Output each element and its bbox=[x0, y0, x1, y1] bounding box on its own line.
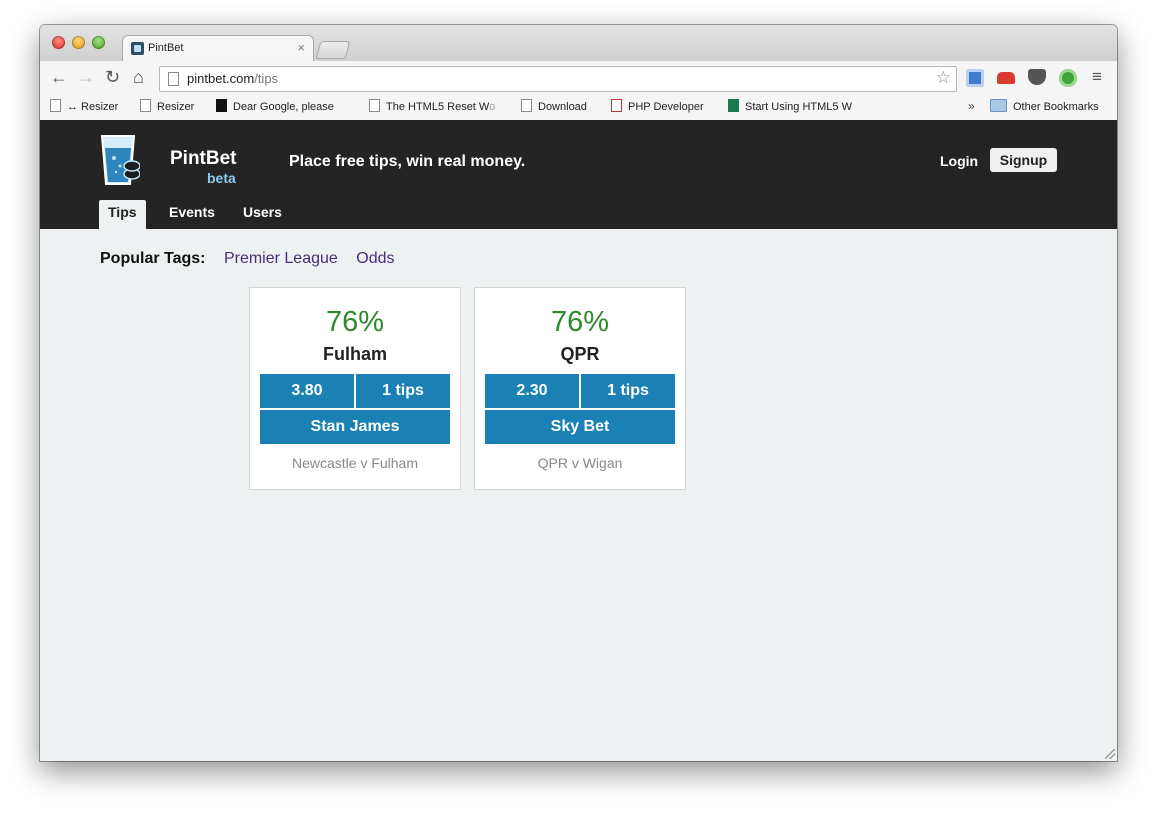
bookmark-item[interactable]: PHP Developer bbox=[611, 99, 704, 113]
extension-couch-icon[interactable] bbox=[997, 72, 1015, 84]
bookmark-item[interactable]: Resizer bbox=[140, 99, 194, 113]
pint-glass-logo-icon[interactable] bbox=[100, 134, 140, 186]
back-icon[interactable]: ← bbox=[50, 66, 68, 88]
bookmarks-overflow-icon[interactable]: » bbox=[968, 99, 975, 113]
page-icon bbox=[168, 72, 179, 86]
bookmark-item[interactable]: Start Using HTML5 W bbox=[728, 99, 852, 113]
resize-grip-icon[interactable] bbox=[1105, 749, 1115, 759]
tab-strip: PintBet × bbox=[40, 25, 1117, 62]
url-text: pintbet.com/tips bbox=[187, 71, 278, 86]
forward-icon[interactable]: → bbox=[77, 66, 95, 88]
page-icon bbox=[140, 99, 151, 112]
beta-label: beta bbox=[207, 170, 236, 186]
new-tab-button[interactable] bbox=[315, 41, 351, 59]
tag-link[interactable]: Odds bbox=[356, 250, 394, 267]
home-icon[interactable]: ⌂ bbox=[133, 66, 144, 88]
tip-count[interactable]: 1 tips bbox=[581, 374, 675, 408]
popular-tags-label: Popular Tags: bbox=[100, 250, 206, 267]
pintbet-favicon-icon bbox=[131, 42, 144, 55]
tag-link[interactable]: Premier League bbox=[224, 250, 338, 267]
info-icon bbox=[216, 99, 227, 112]
tip-event[interactable]: Newcastle v Fulham bbox=[250, 455, 460, 471]
url-path: /tips bbox=[254, 71, 279, 86]
nav-tab-users[interactable]: Users bbox=[243, 204, 282, 220]
tip-count[interactable]: 1 tips bbox=[356, 374, 450, 408]
nav-tab-events[interactable]: Events bbox=[169, 204, 215, 220]
nav-tab-tips[interactable]: Tips bbox=[99, 200, 146, 229]
other-bookmarks[interactable]: Other Bookmarks bbox=[990, 99, 1099, 113]
bookmark-item[interactable]: Download bbox=[521, 99, 587, 113]
tip-event[interactable]: QPR v Wigan bbox=[475, 455, 685, 471]
pocket-icon[interactable] bbox=[1028, 69, 1046, 85]
bookmark-star-icon[interactable]: ☆ bbox=[936, 68, 951, 88]
tip-card[interactable]: 76% QPR 2.30 1 tips Sky Bet QPR v Wigan bbox=[474, 287, 686, 490]
brand-name[interactable]: PintBet bbox=[170, 148, 237, 170]
tab-title: PintBet bbox=[148, 42, 184, 54]
tip-percentage: 76% bbox=[325, 306, 385, 338]
page-icon bbox=[369, 99, 380, 112]
folder-icon bbox=[990, 99, 1007, 112]
tip-odds[interactable]: 3.80 bbox=[260, 374, 354, 408]
tip-team: Fulham bbox=[322, 344, 387, 364]
site-header: PintBet beta Place free tips, win real m… bbox=[40, 120, 1117, 229]
popular-tags: Popular Tags: Premier League Odds bbox=[100, 250, 395, 268]
bookmark-item[interactable]: The HTML5 Reset Wo bbox=[369, 99, 495, 113]
tip-team: QPR bbox=[560, 344, 600, 364]
page-icon bbox=[521, 99, 532, 112]
site-tagline: Place free tips, win real money. bbox=[289, 153, 526, 170]
tab-close-icon[interactable]: × bbox=[297, 40, 305, 55]
zoom-window-button[interactable] bbox=[92, 36, 105, 49]
tip-odds[interactable]: 2.30 bbox=[485, 374, 579, 408]
minimize-window-button[interactable] bbox=[72, 36, 85, 49]
evernote-icon[interactable] bbox=[1059, 69, 1077, 87]
chrome-menu-icon[interactable]: ≡ bbox=[1092, 67, 1102, 87]
url-host: pintbet.com bbox=[187, 71, 255, 86]
login-link[interactable]: Login bbox=[940, 153, 978, 169]
plus-icon bbox=[728, 99, 739, 112]
signup-button[interactable]: Signup bbox=[990, 148, 1057, 172]
bookmark-item[interactable]: Dear Google, please bbox=[216, 99, 334, 113]
tip-card[interactable]: 76% Fulham 3.80 1 tips Stan James Newcas… bbox=[249, 287, 461, 490]
browser-window: PintBet × ← → ↻ ⌂ pintbet.com/tips ☆ ≡ ↔… bbox=[40, 25, 1117, 761]
tip-percentage: 76% bbox=[550, 306, 610, 338]
browser-tab[interactable]: PintBet × bbox=[122, 35, 314, 62]
bookmarks-bar: ↔ Resizer Resizer Dear Google, please Th… bbox=[40, 94, 1117, 121]
bookmark-item[interactable]: ↔ Resizer bbox=[50, 99, 118, 113]
php-icon bbox=[611, 99, 622, 112]
browser-toolbar: ← → ↻ ⌂ pintbet.com/tips ☆ ≡ bbox=[40, 61, 1117, 94]
tip-bookmaker-button[interactable]: Sky Bet bbox=[485, 410, 675, 444]
extension-puzzle-icon[interactable] bbox=[966, 69, 984, 87]
address-bar[interactable]: pintbet.com/tips ☆ bbox=[159, 66, 957, 92]
tip-bookmaker-button[interactable]: Stan James bbox=[260, 410, 450, 444]
reload-icon[interactable]: ↻ bbox=[105, 66, 120, 88]
close-window-button[interactable] bbox=[52, 36, 65, 49]
page-icon bbox=[50, 99, 61, 112]
